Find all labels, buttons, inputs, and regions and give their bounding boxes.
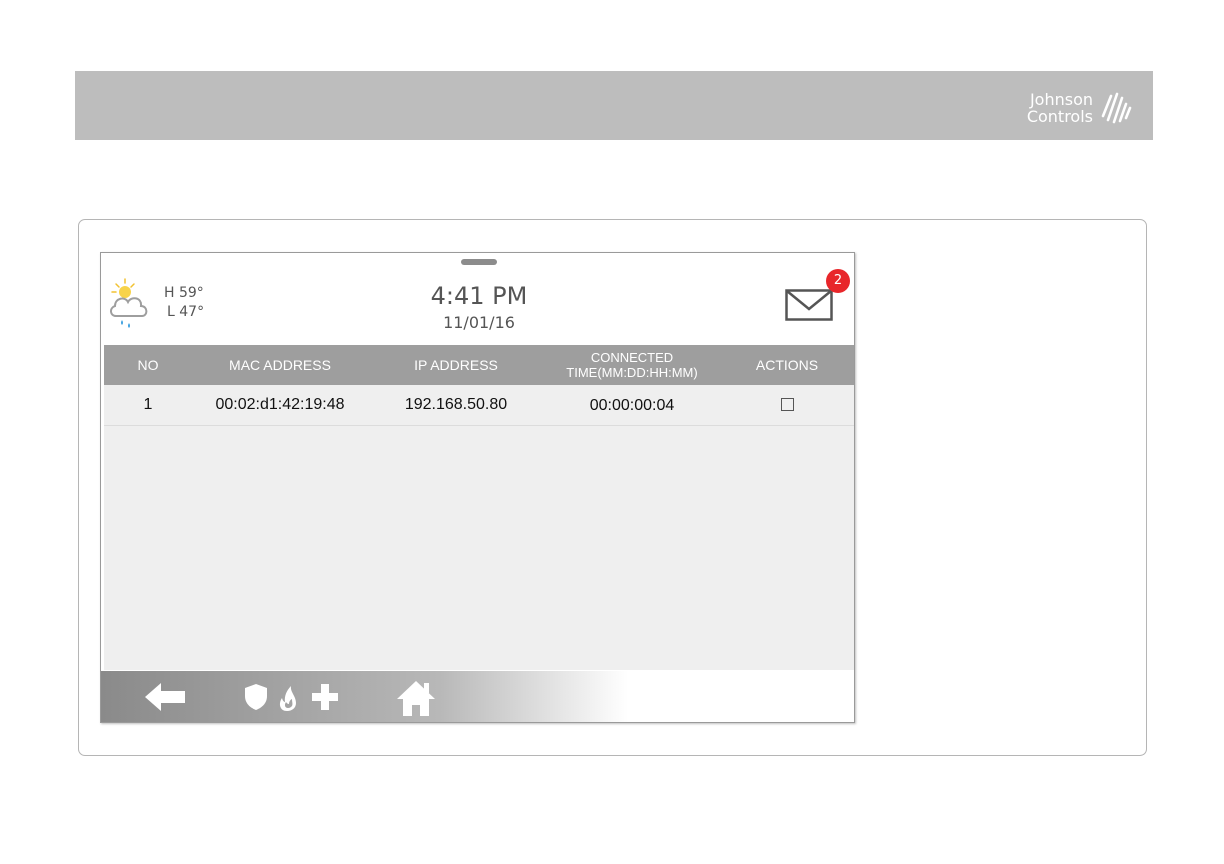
low-temperature: L 47° — [167, 304, 205, 320]
bottom-nav-bar — [101, 671, 854, 722]
johnson-controls-logo-icon — [1101, 92, 1132, 124]
header-connected-time-line1: CONNECTED — [590, 350, 674, 365]
shield-icon[interactable] — [244, 683, 268, 711]
header-ip-address: IP ADDRESS — [414, 357, 498, 373]
header-mac-address: MAC ADDRESS — [229, 357, 331, 373]
brand-name-line2: Controls — [1026, 107, 1093, 126]
cell-mac-address: 00:02:d1:42:19:48 — [215, 396, 345, 413]
home-icon[interactable] — [395, 679, 437, 717]
pull-down-handle[interactable] — [461, 259, 497, 265]
device-screen: H 59° L 47° 4:41 PM 11/01/16 2 NO MAC AD… — [100, 252, 855, 723]
header-no: NO — [137, 357, 159, 373]
brand-logo: Johnson Controls — [1017, 83, 1137, 133]
header-actions: ACTIONS — [755, 357, 819, 373]
brand-name-line1: Johnson — [1029, 90, 1093, 109]
header-connected-time-line2: TIME(MM:DD:HH:MM) — [566, 365, 698, 380]
high-temperature: H 59° — [164, 285, 204, 301]
mail-icon[interactable] — [785, 289, 833, 321]
cell-ip-address: 192.168.50.80 — [404, 396, 508, 413]
partly-cloudy-rain-icon — [110, 278, 148, 328]
cell-actions — [720, 396, 854, 414]
header-connected-time: CONNECTED TIME(MM:DD:HH:MM) — [544, 350, 720, 380]
table-header: NO MAC ADDRESS IP ADDRESS CONNECTED TIME… — [104, 345, 854, 385]
back-arrow-icon[interactable] — [145, 683, 187, 711]
cell-no: 1 — [143, 396, 153, 413]
select-checkbox[interactable] — [780, 398, 794, 412]
fire-icon[interactable] — [277, 684, 299, 712]
clock-time: 4:41 PM — [430, 282, 528, 310]
clock-date: 11/01/16 — [443, 313, 515, 332]
medical-cross-icon[interactable] — [312, 684, 338, 710]
header-bar: Johnson Controls — [75, 71, 1153, 140]
connected-devices-table: NO MAC ADDRESS IP ADDRESS CONNECTED TIME… — [104, 345, 854, 670]
message-count-badge: 2 — [826, 269, 850, 293]
cell-connected-time: 00:00:00:04 — [589, 396, 675, 414]
table-row: 1 00:02:d1:42:19:48 192.168.50.80 00:00:… — [104, 385, 854, 426]
